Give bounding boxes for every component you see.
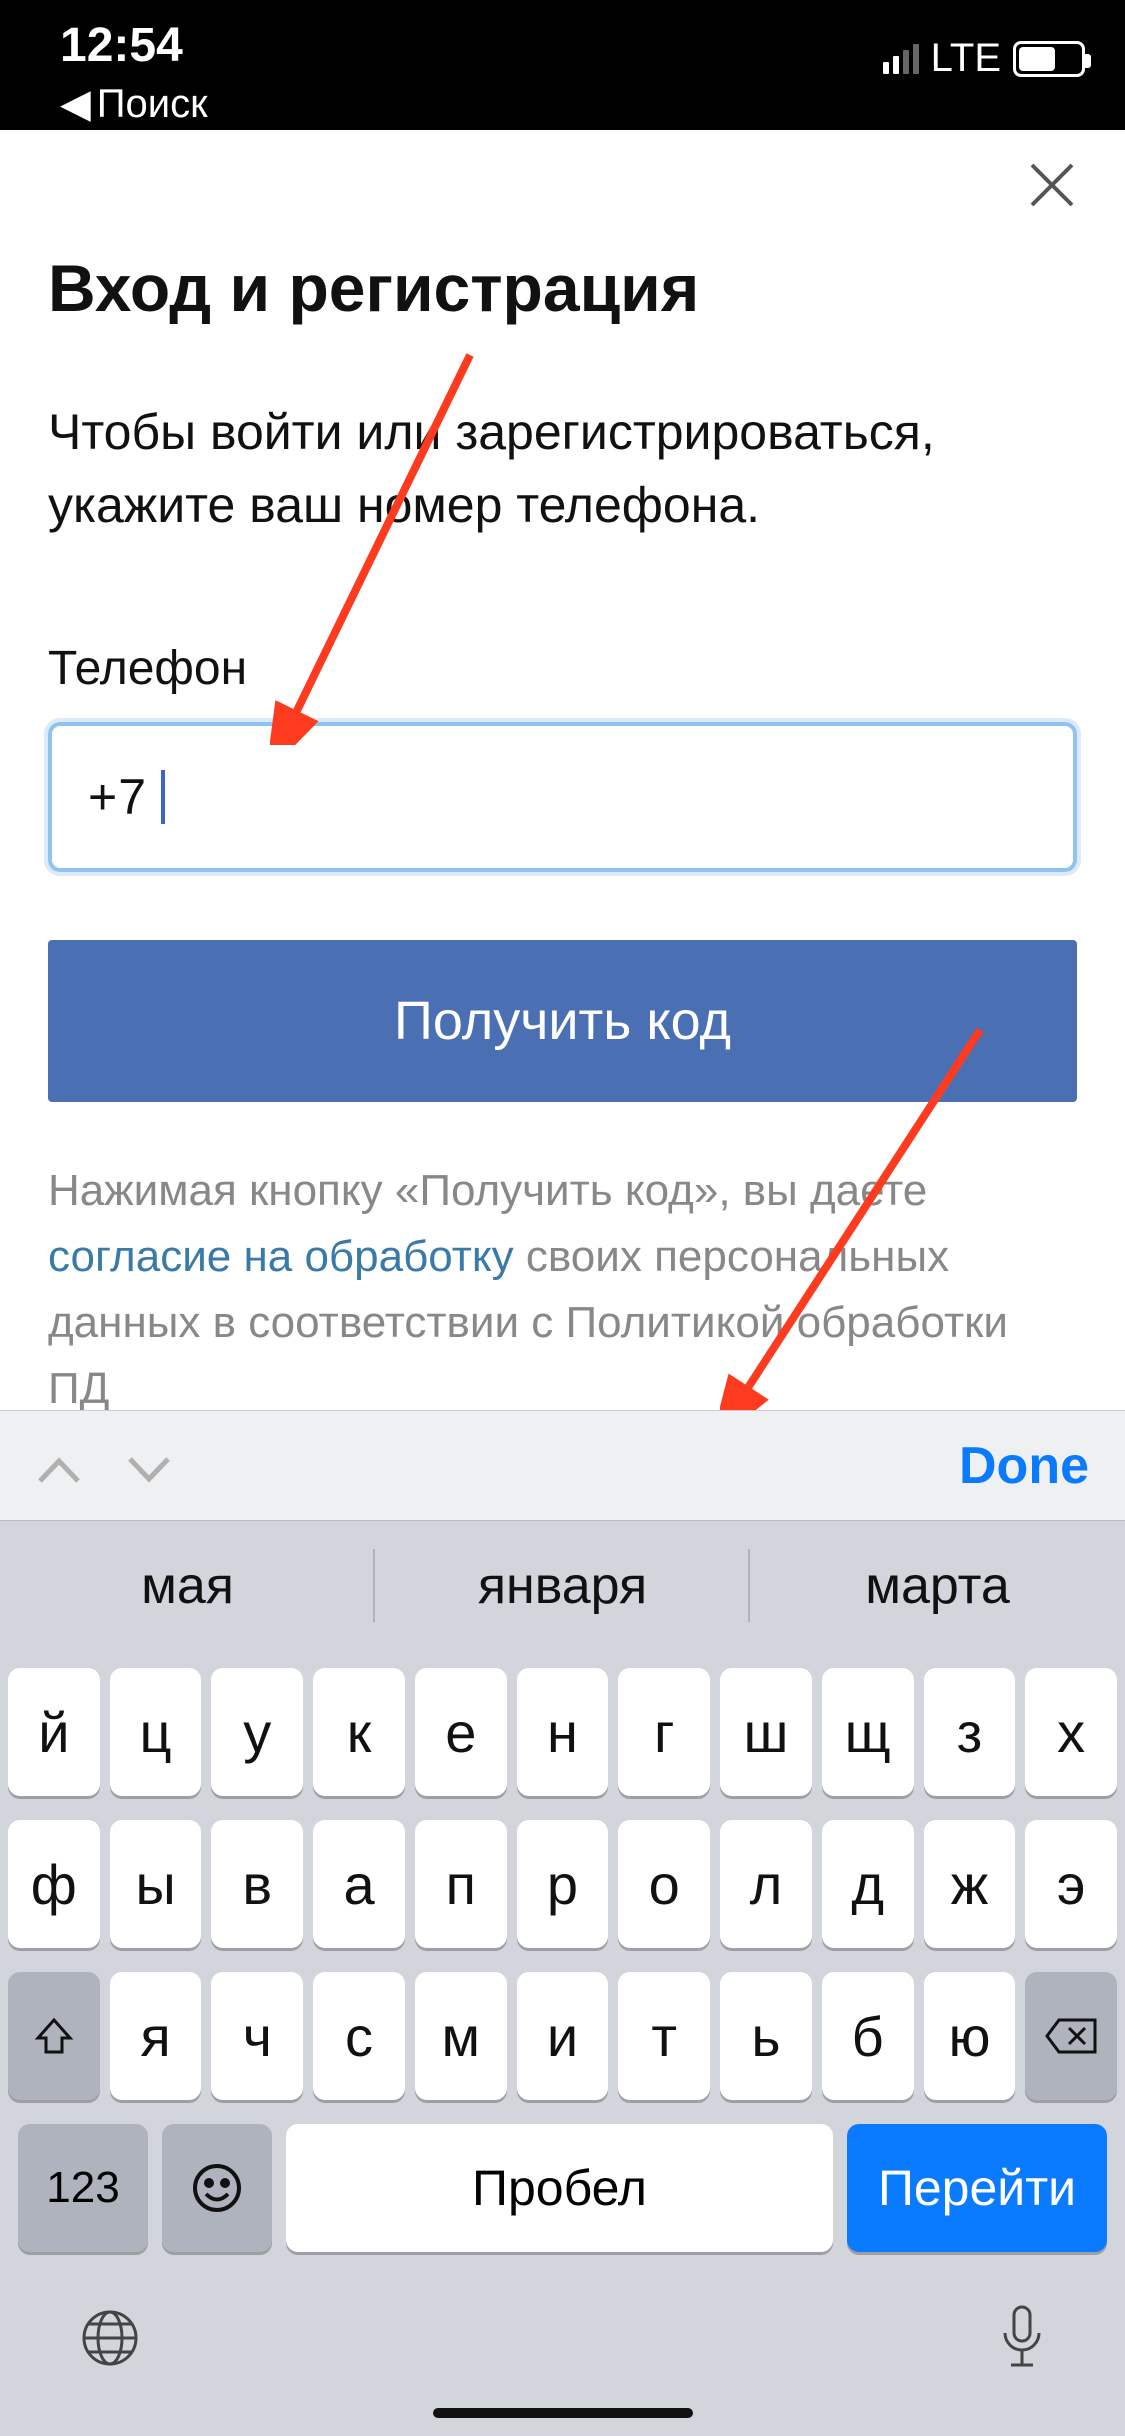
disclaimer-pre: Нажимая кнопку «Получить код», вы даете — [48, 1166, 927, 1215]
text-cursor — [161, 770, 165, 824]
key-и[interactable]: и — [517, 1972, 609, 2100]
suggestion-3[interactable]: марта — [750, 1521, 1125, 1650]
phone-value: +7 — [88, 768, 147, 826]
home-indicator[interactable] — [433, 2408, 693, 2418]
status-bar: 12:54 ◀ Поиск LTE — [0, 0, 1125, 130]
battery-icon — [1013, 41, 1085, 77]
suggestion-1[interactable]: мая — [0, 1521, 375, 1650]
key-к[interactable]: к — [313, 1668, 405, 1796]
key-ш[interactable]: ш — [720, 1668, 812, 1796]
close-icon — [1027, 160, 1077, 210]
key-е[interactable]: е — [415, 1668, 507, 1796]
page-title: Вход и регистрация — [48, 250, 1077, 326]
key-я[interactable]: я — [110, 1972, 202, 2100]
back-chevron-icon: ◀ — [60, 81, 91, 127]
keyboard-done-button[interactable]: Done — [959, 1436, 1089, 1496]
key-л[interactable]: л — [720, 1820, 812, 1948]
key-п[interactable]: п — [415, 1820, 507, 1948]
key-dictation[interactable] — [997, 2303, 1047, 2389]
key-в[interactable]: в — [211, 1820, 303, 1948]
key-а[interactable]: а — [313, 1820, 405, 1948]
back-label: Поиск — [97, 82, 208, 127]
emoji-icon — [190, 2161, 244, 2215]
back-to-app[interactable]: ◀ Поиск — [60, 81, 208, 127]
key-з[interactable]: з — [924, 1668, 1016, 1796]
key-д[interactable]: д — [822, 1820, 914, 1948]
globe-icon — [78, 2306, 142, 2370]
keyboard-area: Done мая января марта йцукенгшщзх фывапр… — [0, 1410, 1125, 2436]
key-т[interactable]: т — [618, 1972, 710, 2100]
network-label: LTE — [931, 36, 1001, 81]
key-ф[interactable]: ф — [8, 1820, 100, 1948]
next-field-button[interactable] — [126, 1433, 172, 1498]
shift-icon — [32, 2014, 76, 2058]
key-backspace[interactable] — [1025, 1972, 1117, 2100]
key-ь[interactable]: ь — [720, 1972, 812, 2100]
key-go[interactable]: Перейти — [847, 2124, 1107, 2252]
key-о[interactable]: о — [618, 1820, 710, 1948]
key-э[interactable]: э — [1025, 1820, 1117, 1948]
instruction-text: Чтобы войти или зарегистрироваться, укаж… — [48, 396, 1077, 541]
mic-icon — [997, 2303, 1047, 2373]
key-space[interactable]: Пробел — [286, 2124, 833, 2252]
status-time: 12:54 — [60, 18, 208, 73]
keyboard-suggestions: мая января марта — [0, 1520, 1125, 1650]
key-щ[interactable]: щ — [822, 1668, 914, 1796]
backspace-icon — [1043, 2016, 1099, 2056]
phone-label: Телефон — [48, 641, 1077, 696]
key-123[interactable]: 123 — [18, 2124, 148, 2252]
key-ж[interactable]: ж — [924, 1820, 1016, 1948]
key-globe[interactable] — [78, 2306, 142, 2386]
key-у[interactable]: у — [211, 1668, 303, 1796]
key-х[interactable]: х — [1025, 1668, 1117, 1796]
key-г[interactable]: г — [618, 1668, 710, 1796]
key-й[interactable]: й — [8, 1668, 100, 1796]
key-р[interactable]: р — [517, 1820, 609, 1948]
prev-field-button[interactable] — [36, 1433, 82, 1498]
key-б[interactable]: б — [822, 1972, 914, 2100]
disclaimer-text: Нажимая кнопку «Получить код», вы даете … — [48, 1158, 1077, 1422]
chevron-down-icon — [126, 1455, 172, 1485]
key-emoji[interactable] — [162, 2124, 272, 2252]
signal-icon — [883, 44, 919, 74]
key-ы[interactable]: ы — [110, 1820, 202, 1948]
consent-link[interactable]: согласие на обработку — [48, 1232, 514, 1281]
suggestion-2[interactable]: января — [375, 1521, 750, 1650]
phone-input[interactable]: +7 — [48, 722, 1077, 872]
keyboard: йцукенгшщзх фывапролджэ ячсмитьбю 123 Пр… — [0, 1650, 1125, 2436]
key-shift[interactable] — [8, 1972, 100, 2100]
close-button[interactable] — [1027, 160, 1077, 220]
keyboard-accessory-bar: Done — [0, 1410, 1125, 1520]
key-ю[interactable]: ю — [924, 1972, 1016, 2100]
login-screen: Вход и регистрация Чтобы войти или зарег… — [0, 130, 1125, 1422]
key-ч[interactable]: ч — [211, 1972, 303, 2100]
key-м[interactable]: м — [415, 1972, 507, 2100]
key-н[interactable]: н — [517, 1668, 609, 1796]
key-ц[interactable]: ц — [110, 1668, 202, 1796]
get-code-button[interactable]: Получить код — [48, 940, 1077, 1102]
key-с[interactable]: с — [313, 1972, 405, 2100]
chevron-up-icon — [36, 1455, 82, 1485]
